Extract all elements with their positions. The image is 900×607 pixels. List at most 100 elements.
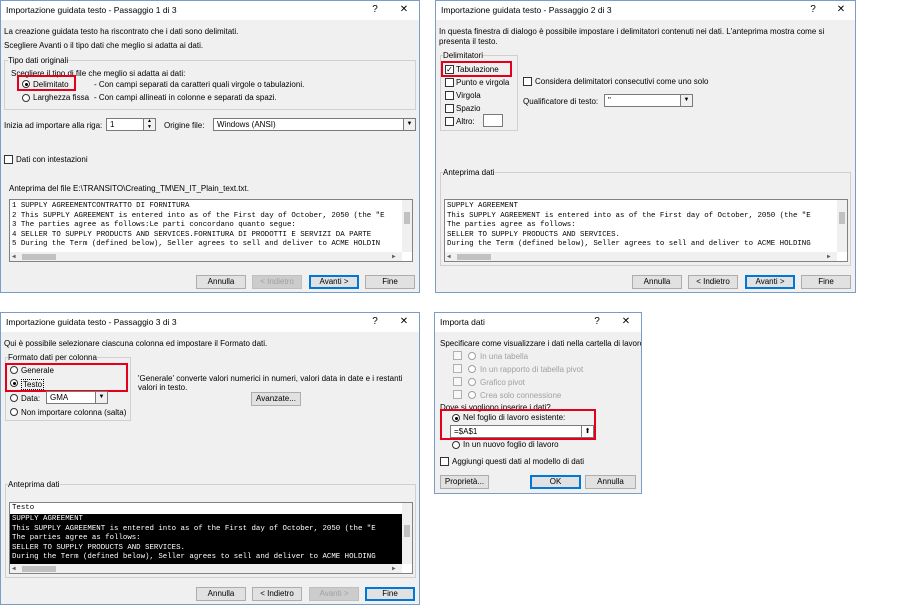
headers-label[interactable]: Dati con intestazioni [16,155,88,164]
dialog-step1: Importazione guidata testo - Passaggio 1… [0,0,420,293]
radio-pivot-chart-label[interactable]: Grafico pivot [480,378,525,387]
cancel-button[interactable]: Annulla [196,275,246,289]
radio-new-sheet[interactable] [452,441,460,449]
data-model-label[interactable]: Aggiungi questi dati al modello di dati [452,457,584,466]
finish-button[interactable]: Fine [365,275,415,289]
ok-button[interactable]: OK [530,475,581,489]
radio-skip-label[interactable]: Non importare colonna (salta) [21,408,126,417]
table-icon [453,351,462,360]
close-button[interactable]: ✕ [832,3,850,17]
chevron-down-icon[interactable]: ▼ [95,392,107,403]
consecutive-checkbox[interactable] [523,77,532,86]
spinner-icon[interactable]: ▲ ▼ [143,118,155,130]
cancel-button[interactable]: Annulla [196,587,246,601]
advanced-button[interactable]: Avanzate... [251,392,301,406]
radio-fixed-width-label[interactable]: Larghezza fissa [33,93,89,102]
cancel-button[interactable]: Annulla [585,475,636,489]
next-button[interactable]: Avanti > [309,275,359,289]
chevron-down-icon[interactable]: ▼ [403,119,415,130]
vertical-scrollbar[interactable] [402,503,412,564]
help-button[interactable]: ? [804,3,822,17]
chevron-down-icon[interactable]: ▼ [680,95,692,106]
preview-line: 2 This SUPPLY AGREEMENT is entered into … [12,211,385,220]
qualifier-value: " [608,96,611,105]
help-button[interactable]: ? [588,315,606,329]
back-button[interactable]: < Indietro [252,275,302,289]
general-note-1: 'Generale' converte valori numerici in n… [138,374,403,383]
finish-button[interactable]: Fine [801,275,851,289]
preview-line: During the Term (defined below), Seller … [447,240,811,248]
radio-pivot-table[interactable] [468,365,476,373]
radio-skip[interactable] [10,408,18,416]
back-button[interactable]: < Indietro [688,275,738,289]
start-row-value: 1 [110,120,115,129]
vertical-scrollbar[interactable] [837,200,847,252]
radio-fixed-width[interactable] [22,94,30,102]
close-button[interactable]: ✕ [617,315,635,329]
radio-date[interactable] [10,394,18,402]
next-button[interactable]: Avanti > [309,587,359,601]
radio-pivot-chart[interactable] [468,378,476,386]
selected-column[interactable]: SUPPLY AGREEMENT This SUPPLY AGREEMENT i… [10,514,402,564]
close-button[interactable]: ✕ [395,315,413,329]
preview-label: Anteprima dati [443,168,495,177]
vertical-scrollbar[interactable] [402,200,412,252]
scroll-left-icon[interactable]: ◀ [447,253,451,260]
highlight-destination [440,409,596,440]
other-checkbox[interactable] [445,117,454,126]
horizontal-scrollbar[interactable]: ◀ ▶ [10,564,402,573]
horizontal-scrollbar[interactable]: ◀ ▶ [445,252,837,261]
qualifier-select[interactable]: " ▼ [604,94,693,107]
data-model-checkbox[interactable] [440,457,449,466]
titlebar: Importazione guidata testo - Passaggio 2… [436,1,855,20]
titlebar: Importazione guidata testo - Passaggio 3… [1,313,419,332]
column-header[interactable]: Testo [12,504,34,514]
next-button[interactable]: Avanti > [745,275,795,289]
origin-label: Origine file: [164,121,205,130]
cancel-button[interactable]: Annulla [632,275,682,289]
date-format-select[interactable]: GMA ▼ [46,391,108,404]
radio-pivot-table-label[interactable]: In un rapporto di tabella pivot [480,365,583,374]
highlight-format [5,363,128,392]
view-label: Specificare come visualizzare i dati nel… [440,339,642,348]
scroll-right-icon[interactable]: ▶ [827,253,831,260]
space-checkbox[interactable] [445,104,454,113]
preview-line: The parties agree as follows: [12,534,141,542]
radio-table-label[interactable]: In una tabella [480,352,528,361]
headers-checkbox[interactable] [4,155,13,164]
close-button[interactable]: ✕ [395,3,413,17]
consecutive-label[interactable]: Considera delimitatori consecutivi come … [535,77,708,86]
radio-new-sheet-label[interactable]: In un nuovo foglio di lavoro [463,440,559,449]
radio-date-label[interactable]: Data: [21,394,40,403]
comma-label[interactable]: Virgola [456,91,481,100]
radio-connection[interactable] [468,391,476,399]
radio-table[interactable] [468,352,476,360]
preview-line: SELLER TO SUPPLY PRODUCTS AND SERVICES. [447,230,620,239]
horizontal-scrollbar[interactable]: ◀ ▶ [10,252,402,261]
origin-select[interactable]: Windows (ANSI) ▼ [213,118,416,131]
other-label[interactable]: Altro: [456,117,475,126]
help-button[interactable]: ? [366,3,384,17]
delimited-description: - Con campi separati da caratteri quali … [94,80,305,89]
properties-button[interactable]: Proprietà... [440,475,489,489]
file-preview[interactable]: 1 SUPPLY AGREEMENTCONTRATTO DI FORNITURA… [9,199,413,262]
scroll-right-icon[interactable]: ▶ [392,253,396,260]
group-title: Formato dati per colonna [8,353,97,362]
other-delimiter-input[interactable] [483,114,503,127]
semicolon-checkbox[interactable] [445,78,454,87]
comma-checkbox[interactable] [445,91,454,100]
scroll-left-icon[interactable]: ◀ [12,253,16,260]
scroll-right-icon[interactable]: ▶ [392,565,396,572]
preview-line: The parties agree as follows: [447,221,576,229]
finish-button[interactable]: Fine [365,587,415,601]
preview-label: Anteprima del file E:\TRANSITO\Creating_… [9,184,249,193]
radio-connection-label[interactable]: Crea solo connessione [480,391,561,400]
space-label[interactable]: Spazio [456,104,480,113]
back-button[interactable]: < Indietro [252,587,302,601]
semicolon-label[interactable]: Punto e virgola [456,78,509,87]
help-button[interactable]: ? [366,315,384,329]
data-preview[interactable]: Testo SUPPLY AGREEMENT This SUPPLY AGREE… [9,502,413,574]
start-row-input[interactable]: 1 ▲ ▼ [106,118,156,131]
scroll-left-icon[interactable]: ◀ [12,565,16,572]
data-preview[interactable]: SUPPLY AGREEMENT This SUPPLY AGREEMENT i… [444,199,848,262]
